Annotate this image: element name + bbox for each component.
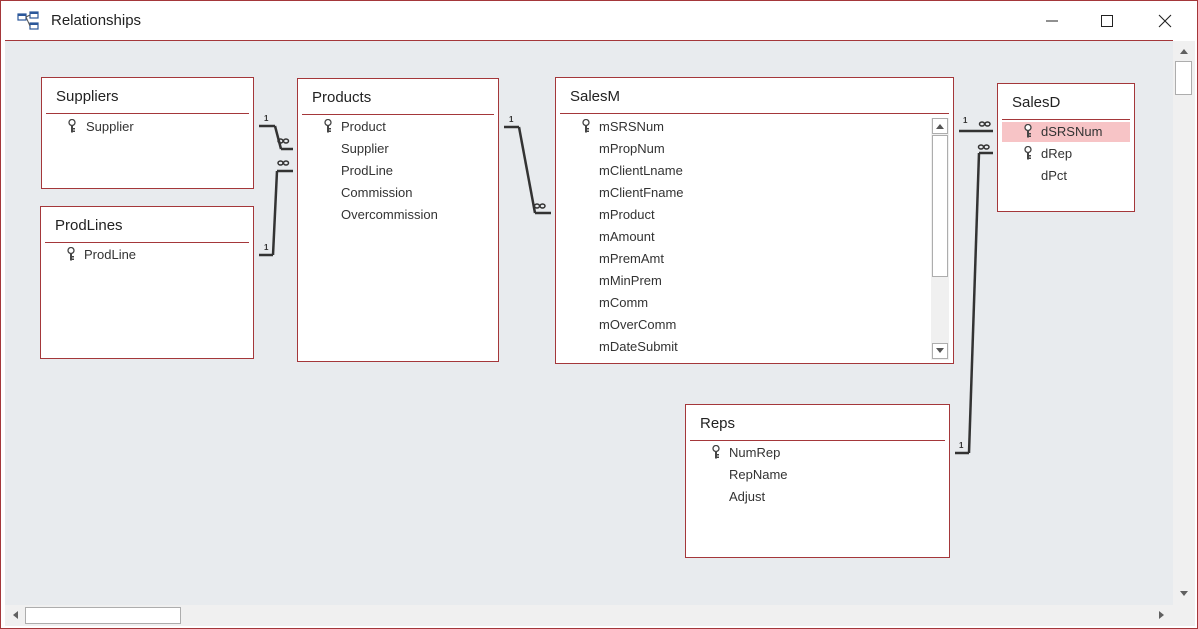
divider <box>45 242 249 243</box>
scroll-down-button[interactable] <box>932 343 948 359</box>
scroll-left-button[interactable] <box>7 607 23 623</box>
field-adjust[interactable]: Adjust <box>729 486 765 508</box>
arrow-down-icon <box>1180 591 1188 596</box>
key-icon <box>68 119 76 133</box>
table-title: Reps <box>700 415 736 432</box>
table-title: Suppliers <box>56 88 119 105</box>
relationship-reps-salesd[interactable] <box>955 151 993 455</box>
field-prodline[interactable]: ProdLine <box>341 160 393 182</box>
field-dpct[interactable]: dPct <box>1041 165 1067 187</box>
key-icon <box>1024 146 1032 160</box>
vertical-scrollbar[interactable] <box>1173 41 1195 605</box>
relationships-window: Relationships 1 1 1 1 1 Suppliers Suppli… <box>0 0 1198 629</box>
table-title: Products <box>312 89 372 106</box>
scroll-up-button[interactable] <box>932 118 948 134</box>
field-mpremamt[interactable]: mPremAmt <box>599 248 664 270</box>
one-label: 1 <box>959 441 964 450</box>
relationship-products-salesm[interactable] <box>504 125 551 215</box>
field-product[interactable]: Product <box>341 116 386 138</box>
key-icon <box>1024 124 1032 138</box>
maximize-button[interactable] <box>1084 5 1130 37</box>
relationships-icon <box>17 11 39 30</box>
table-prodlines[interactable]: ProdLines ProdLine <box>40 206 254 359</box>
field-dsrsnum[interactable]: dSRSNum <box>1041 121 1102 143</box>
key-icon <box>712 445 720 459</box>
field-mpropnum[interactable]: mPropNum <box>599 138 665 160</box>
minimize-icon <box>1046 20 1058 22</box>
table-products[interactable]: Products Product Supplier ProdLine Commi… <box>297 78 499 362</box>
field-mproduct[interactable]: mProduct <box>599 204 655 226</box>
table-title: SalesD <box>1012 94 1061 111</box>
arrow-down-icon <box>936 348 944 353</box>
field-drep[interactable]: dRep <box>1041 143 1072 165</box>
scroll-right-button[interactable] <box>1154 607 1170 623</box>
field-overcommission[interactable]: Overcommission <box>341 204 438 226</box>
scrollbar-corner <box>1173 605 1195 626</box>
scroll-thumb[interactable] <box>932 135 948 277</box>
key-icon <box>324 119 332 133</box>
field-list-scrollbar[interactable] <box>931 118 949 360</box>
close-icon <box>1158 14 1172 28</box>
horizontal-scrollbar[interactable] <box>5 605 1173 626</box>
field-mclientfname[interactable]: mClientFname <box>599 182 684 204</box>
table-salesd[interactable]: SalesD dSRSNum dRep dPct <box>997 83 1135 212</box>
table-reps[interactable]: Reps NumRep RepName Adjust <box>685 404 950 558</box>
relationships-canvas[interactable]: 1 1 1 1 1 Suppliers Supplier ProdLines P… <box>5 40 1173 605</box>
field-mminprem[interactable]: mMinPrem <box>599 270 662 292</box>
arrow-left-icon <box>13 611 18 619</box>
key-icon <box>582 119 590 133</box>
one-label: 1 <box>264 114 269 123</box>
field-msrsnum[interactable]: mSRSNum <box>599 116 664 138</box>
arrow-up-icon <box>1180 49 1188 54</box>
window-title: Relationships <box>51 12 142 29</box>
field-supplier[interactable]: Supplier <box>341 138 389 160</box>
table-title: SalesM <box>570 88 621 105</box>
field-mclientlname[interactable]: mClientLname <box>599 160 683 182</box>
divider <box>302 114 494 115</box>
field-mcomm[interactable]: mComm <box>599 292 648 314</box>
divider <box>690 440 945 441</box>
table-salesm[interactable]: SalesM mSRSNum mPropNum mClientLname mCl… <box>555 77 954 364</box>
scroll-thumb[interactable] <box>1175 61 1192 95</box>
field-mdatesubmit[interactable]: mDateSubmit <box>599 336 678 358</box>
one-label: 1 <box>264 243 269 252</box>
field-prodline[interactable]: ProdLine <box>84 244 136 266</box>
close-button[interactable] <box>1142 5 1188 37</box>
relationship-suppliers-products[interactable] <box>259 124 293 151</box>
field-movercomm[interactable]: mOverComm <box>599 314 676 336</box>
scroll-thumb[interactable] <box>25 607 181 624</box>
one-label: 1 <box>963 116 968 125</box>
field-commission[interactable]: Commission <box>341 182 413 204</box>
minimize-button[interactable] <box>1029 5 1075 37</box>
one-label: 1 <box>509 115 514 124</box>
arrow-up-icon <box>936 124 944 129</box>
title-bar[interactable]: Relationships <box>1 1 1197 40</box>
key-icon <box>67 247 75 261</box>
table-suppliers[interactable]: Suppliers Supplier <box>41 77 254 189</box>
arrow-right-icon <box>1159 611 1164 619</box>
maximize-icon <box>1101 15 1113 27</box>
field-mamount[interactable]: mAmount <box>599 226 655 248</box>
field-supplier[interactable]: Supplier <box>86 116 134 138</box>
scroll-down-button[interactable] <box>1176 586 1192 602</box>
divider <box>1002 119 1130 120</box>
field-repname[interactable]: RepName <box>729 464 788 486</box>
divider <box>560 113 949 114</box>
field-numrep[interactable]: NumRep <box>729 442 780 464</box>
divider <box>46 113 249 114</box>
scroll-up-button[interactable] <box>1176 43 1192 59</box>
table-title: ProdLines <box>55 217 123 234</box>
